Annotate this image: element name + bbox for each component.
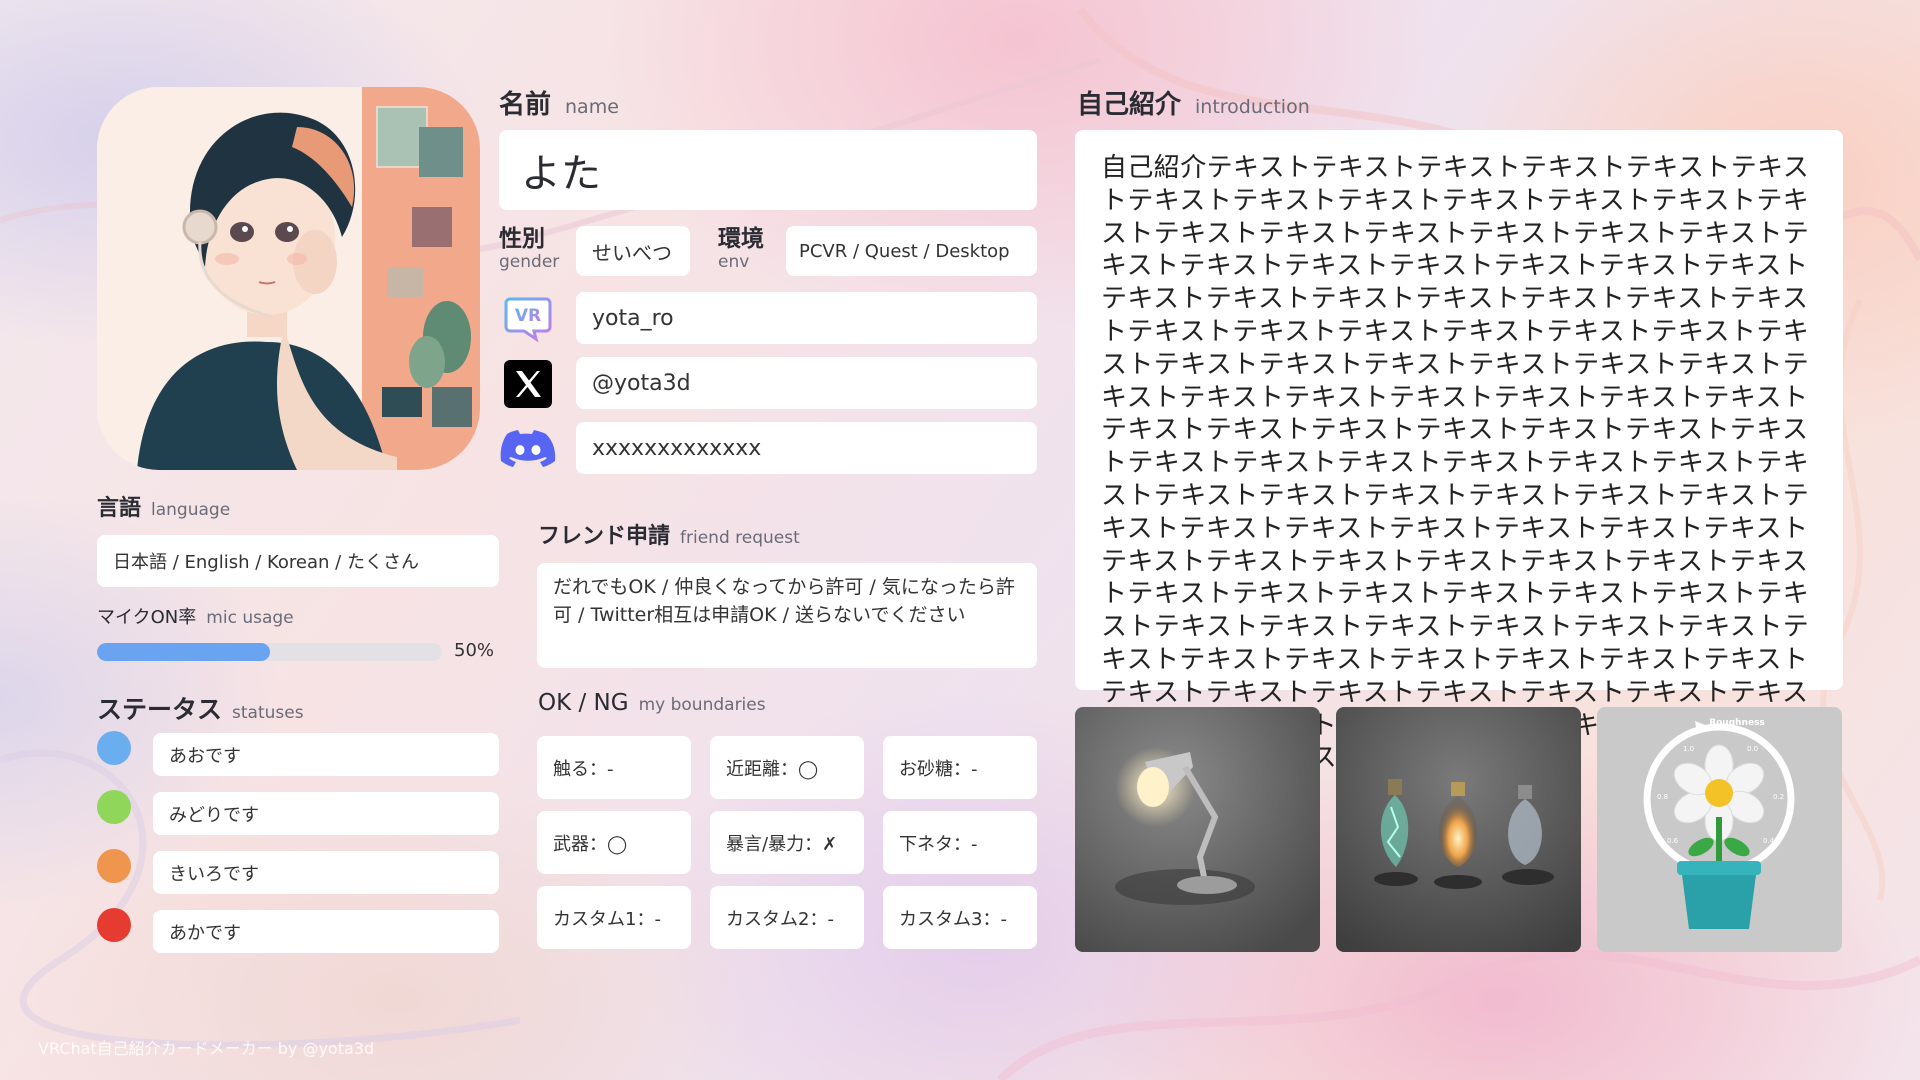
env-label-en: env	[718, 252, 750, 272]
language-field: 日本語 / English / Korean / たくさん	[97, 535, 499, 587]
introduction-box: 自己紹介テキストテキストテキストテキストテキストテキストテキストテキストテキスト…	[1075, 130, 1843, 773]
name-field: よた	[499, 130, 1037, 210]
language-label-en: language	[151, 500, 231, 520]
statuses-heading: ステータス statuses	[97, 690, 304, 726]
roughness-tick-2: 0.0	[1747, 745, 1758, 753]
gender-field: せいべつ	[576, 226, 690, 276]
env-label-group: 環境 env	[718, 228, 764, 271]
status-color-dot	[97, 790, 131, 824]
boundaries-heading: OK / NG my boundaries	[538, 690, 766, 716]
boundary-item: カスタム3：-	[883, 886, 1037, 949]
boundary-item: 武器：◯	[537, 811, 691, 874]
statuses-label: ステータス	[97, 695, 223, 724]
mic-usage-value: 50%	[454, 640, 495, 661]
avatar-image	[97, 87, 480, 470]
language-label: 言語	[97, 496, 142, 521]
gender-label: 性別	[499, 226, 545, 252]
boundary-item: 触る：-	[537, 736, 691, 799]
roughness-tick-3: 0.8	[1657, 793, 1668, 801]
name-label-en: name	[565, 96, 619, 118]
friend-request-field: だれでもOK / 仲良くなってから許可 / 気になったら許可 / Twitter…	[537, 563, 1037, 668]
gender-label-en: gender	[499, 252, 560, 272]
boundary-item: 近距離：◯	[710, 736, 864, 799]
boundary-item: 暴言/暴力：✗	[710, 811, 864, 874]
vrchat-icon: VR	[502, 293, 554, 345]
mic-label-en: mic usage	[206, 608, 294, 628]
gender-label-group: 性別 gender	[499, 228, 559, 271]
roughness-tick-4: 0.2	[1773, 793, 1784, 801]
lamp-photo	[1075, 707, 1320, 952]
status-color-dot	[97, 908, 131, 942]
boundary-item: カスタム1：-	[537, 886, 691, 949]
status-item: あかです	[153, 910, 499, 953]
language-heading: 言語 language	[97, 490, 230, 522]
introduction-text: 自己紹介テキストテキストテキストテキストテキストテキストテキストテキストテキスト…	[1101, 153, 1810, 774]
name-label: 名前	[499, 90, 552, 120]
svg-text:VR: VR	[515, 306, 541, 326]
introduction-label: 自己紹介	[1077, 90, 1182, 120]
flower-roughness-photo: Roughness 1.0 0.0 0.8 0.2 0.6 0.4	[1597, 707, 1842, 952]
mic-label: マイクON率	[97, 607, 197, 628]
roughness-tick-6: 0.4	[1763, 837, 1775, 845]
env-label: 環境	[718, 226, 764, 252]
statuses-label-en: statuses	[232, 703, 304, 723]
introduction-heading: 自己紹介 introduction	[1077, 84, 1310, 121]
boundary-item: お砂糖：-	[883, 736, 1037, 799]
env-field: PCVR / Quest / Desktop	[786, 226, 1037, 276]
boundary-item: カスタム2：-	[710, 886, 864, 949]
roughness-tick-1: 1.0	[1683, 745, 1694, 753]
mic-usage-fill	[97, 643, 270, 661]
status-item: あおです	[153, 733, 499, 776]
vrchat-id-field: yota_ro	[576, 292, 1037, 344]
mic-usage-bar	[97, 643, 442, 661]
name-heading: 名前 name	[499, 84, 619, 121]
status-color-dot	[97, 731, 131, 765]
boundaries-label-en: my boundaries	[638, 695, 766, 715]
mic-heading: マイクON率 mic usage	[97, 603, 294, 629]
boundary-item: 下ネタ：-	[883, 811, 1037, 874]
footer-credit: VRChat自己紹介カードメーカー by @yota3d	[38, 1039, 375, 1058]
status-color-dot	[97, 849, 131, 883]
boundaries-label: OK / NG	[538, 690, 629, 716]
status-item: みどりです	[153, 792, 499, 835]
roughness-tick-5: 0.6	[1667, 837, 1679, 845]
friend-request-label-en: friend request	[680, 528, 800, 548]
friend-request-label: フレンド申請	[538, 524, 671, 549]
status-item: きいろです	[153, 851, 499, 894]
x-icon	[502, 358, 554, 410]
roughness-title: Roughness	[1709, 718, 1765, 728]
friend-request-heading: フレンド申請 friend request	[538, 518, 800, 550]
discord-icon	[500, 424, 556, 476]
light-bulbs-photo	[1336, 707, 1581, 952]
discord-id-field: xxxxxxxxxxxxx	[576, 422, 1037, 474]
introduction-label-en: introduction	[1195, 96, 1310, 118]
x-handle-field: @yota3d	[576, 357, 1037, 409]
